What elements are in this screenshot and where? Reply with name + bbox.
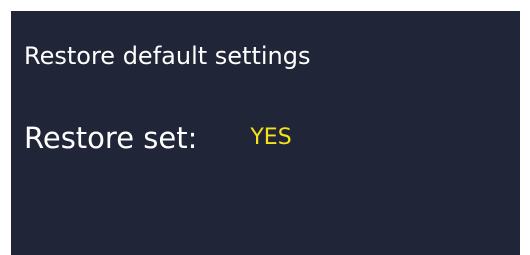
restore-set-value[interactable]: YES <box>250 123 291 153</box>
restore-set-label: Restore set: <box>24 121 198 155</box>
panel-title: Restore default settings <box>24 42 311 70</box>
restore-settings-panel: Restore default settings Restore set: YE… <box>11 11 520 255</box>
restore-set-row[interactable]: Restore set: YES <box>24 118 292 158</box>
